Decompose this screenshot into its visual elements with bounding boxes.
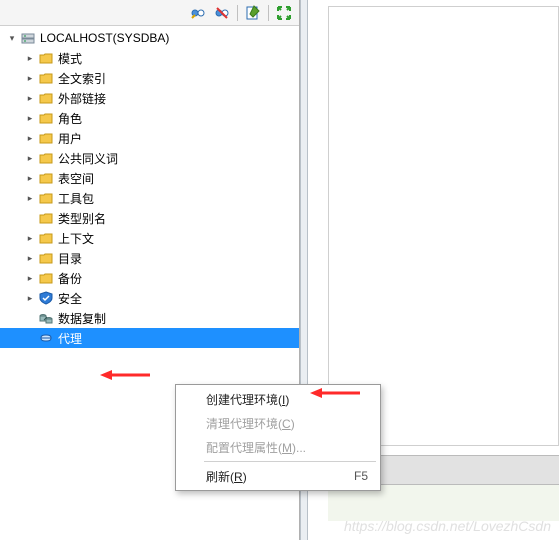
folder-icon xyxy=(38,90,54,106)
expander-right-icon[interactable]: ▸ xyxy=(24,52,36,64)
editor-placeholder xyxy=(328,6,559,446)
expander-right-icon[interactable]: ▸ xyxy=(24,252,36,264)
tree-node-label: 表空间 xyxy=(58,170,94,187)
context-menu: 创建代理环境(I) 清理代理环境(C) 配置代理属性(M)... 刷新(R) F… xyxy=(175,384,381,491)
tree-root[interactable]: ▾ LOCALHOST(SYSDBA) xyxy=(0,28,299,48)
toolbar-link-icon[interactable] xyxy=(187,3,209,23)
folder-icon xyxy=(38,210,54,226)
expander-right-icon[interactable]: ▸ xyxy=(24,112,36,124)
toolbar-unlink-icon[interactable] xyxy=(211,3,233,23)
menu-item-label: 刷新(R) xyxy=(206,468,247,485)
toolbar-fullscreen-icon[interactable] xyxy=(273,3,295,23)
tree-node-label: 类型别名 xyxy=(58,210,106,227)
tree-node[interactable]: 代理 xyxy=(0,328,299,348)
expander-right-icon[interactable]: ▸ xyxy=(24,92,36,104)
menu-item-label: 配置代理属性(M)... xyxy=(206,439,306,456)
tree-node[interactable]: ▸ 目录 xyxy=(0,248,299,268)
tree-node[interactable]: ▸ 公共同义词 xyxy=(0,148,299,168)
folder-icon xyxy=(38,70,54,86)
object-tree[interactable]: ▾ LOCALHOST(SYSDBA) ▸模式▸全文索引▸外部链接▸角色▸用户▸… xyxy=(0,26,299,350)
menu-config-agent-props: 配置代理属性(M)... xyxy=(178,435,378,459)
menu-shortcut: F5 xyxy=(354,469,368,483)
tree-node-label: 角色 xyxy=(58,110,82,127)
expander-none xyxy=(24,312,36,324)
watermark: https://blog.csdn.net/LovezhCsdn xyxy=(344,518,551,534)
expander-right-icon[interactable]: ▸ xyxy=(24,272,36,284)
menu-separator xyxy=(204,461,376,462)
toolbar-edit-icon[interactable] xyxy=(242,3,264,23)
menu-item-label: 清理代理环境(C) xyxy=(206,415,295,432)
tree-node-label: 工具包 xyxy=(58,190,94,207)
tree-node[interactable]: ▸ 安全 xyxy=(0,288,299,308)
tree-node[interactable]: ▸ 模式 xyxy=(0,48,299,68)
folder-icon xyxy=(38,230,54,246)
tree-node-label: 备份 xyxy=(58,270,82,287)
expander-right-icon[interactable]: ▸ xyxy=(24,192,36,204)
expander-none xyxy=(24,332,36,344)
server-icon xyxy=(20,30,36,46)
expander-right-icon[interactable]: ▸ xyxy=(24,72,36,84)
expander-right-icon[interactable]: ▸ xyxy=(24,292,36,304)
tree-node-label: 目录 xyxy=(58,250,82,267)
tree-node[interactable]: ▸ 用户 xyxy=(0,128,299,148)
tree-node[interactable]: 数据复制 xyxy=(0,308,299,328)
toolbar-separator xyxy=(237,5,238,21)
folder-icon xyxy=(38,170,54,186)
folder-icon xyxy=(38,130,54,146)
tree-node[interactable]: ▸ 全文索引 xyxy=(0,68,299,88)
menu-refresh[interactable]: 刷新(R) F5 xyxy=(178,464,378,488)
tree-toolbar xyxy=(0,0,299,26)
toolbar-separator xyxy=(268,5,269,21)
tree-node-label: 公共同义词 xyxy=(58,150,118,167)
expander-right-icon[interactable]: ▸ xyxy=(24,172,36,184)
folder-icon xyxy=(38,270,54,286)
tree-root-label: LOCALHOST(SYSDBA) xyxy=(40,31,169,45)
annotation-arrow xyxy=(310,386,360,400)
tree-node-label: 数据复制 xyxy=(58,310,106,327)
folder-icon xyxy=(38,250,54,266)
folder-icon xyxy=(38,150,54,166)
expander-right-icon[interactable]: ▸ xyxy=(24,132,36,144)
tree-node-label: 代理 xyxy=(58,330,82,347)
expander-right-icon[interactable]: ▸ xyxy=(24,232,36,244)
tree-node[interactable]: ▸ 上下文 xyxy=(0,228,299,248)
tree-node[interactable]: 类型别名 xyxy=(0,208,299,228)
annotation-arrow xyxy=(100,368,150,382)
tree-node-label: 安全 xyxy=(58,290,82,307)
shield-icon xyxy=(38,290,54,306)
expander-down-icon[interactable]: ▾ xyxy=(6,32,18,44)
tree-node-label: 用户 xyxy=(58,130,82,147)
replication-icon xyxy=(38,310,54,326)
tree-node-label: 模式 xyxy=(58,50,82,67)
folder-icon xyxy=(38,110,54,126)
folder-icon xyxy=(38,190,54,206)
tree-node-label: 外部链接 xyxy=(58,90,106,107)
tree-node[interactable]: ▸ 表空间 xyxy=(0,168,299,188)
menu-clean-agent-env: 清理代理环境(C) xyxy=(178,411,378,435)
agent-icon xyxy=(38,330,54,346)
tree-node-label: 上下文 xyxy=(58,230,94,247)
tree-node-label: 全文索引 xyxy=(58,70,106,87)
tree-node[interactable]: ▸ 备份 xyxy=(0,268,299,288)
expander-right-icon[interactable]: ▸ xyxy=(24,152,36,164)
expander-none xyxy=(24,212,36,224)
tree-node[interactable]: ▸ 工具包 xyxy=(0,188,299,208)
folder-icon xyxy=(38,50,54,66)
tree-node[interactable]: ▸ 外部链接 xyxy=(0,88,299,108)
tree-node[interactable]: ▸ 角色 xyxy=(0,108,299,128)
menu-item-label: 创建代理环境(I) xyxy=(206,391,289,408)
